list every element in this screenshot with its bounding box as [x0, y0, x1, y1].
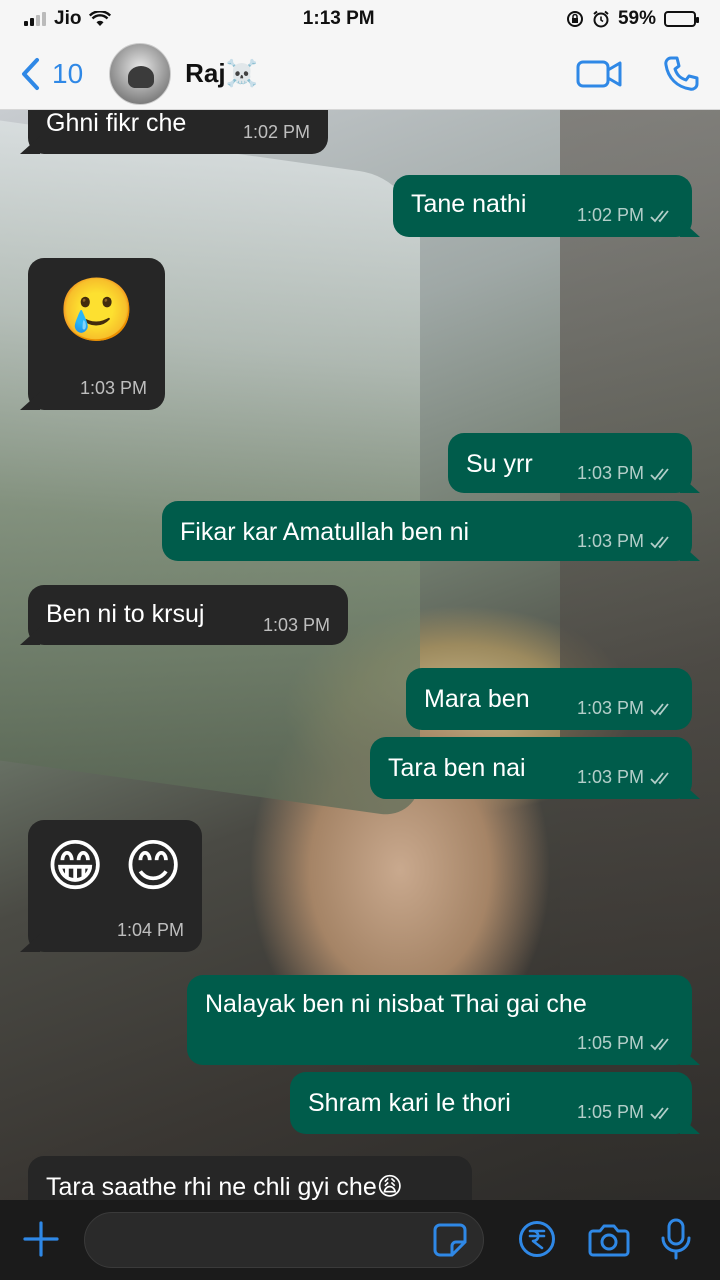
message-time: 1:02 PM — [242, 122, 310, 142]
message-bubble-incoming[interactable]: 😁 😊 1:04 PM — [28, 820, 202, 952]
wifi-icon — [89, 11, 112, 26]
message-text: Tara ben nai — [388, 754, 526, 782]
read-receipt-icon — [650, 210, 669, 223]
chat-header: 10 Raj☠️ — [0, 38, 720, 110]
message-emoji: 🥲 — [58, 276, 136, 345]
message-time: 1:03 PM — [79, 378, 147, 398]
unread-count: 10 — [52, 57, 84, 89]
message-emoji: 😁 😊 — [46, 834, 185, 897]
cellular-signal-icon — [24, 12, 46, 26]
message-text: Tara saathe rhi ne chli gyi che😩 — [46, 1173, 403, 1201]
message-time: 1:05 PM — [577, 1102, 674, 1124]
message-time: 1:04 PM — [116, 920, 184, 940]
message-text: Ben ni to krsuj — [46, 600, 205, 628]
message-time: 1:03 PM — [577, 531, 674, 553]
status-bar: Jio 1:13 PM 59% — [0, 0, 720, 38]
message-bubble-outgoing[interactable]: Su yrr 1:03 PM — [448, 433, 692, 493]
message-bubble-outgoing[interactable]: Mara ben 1:03 PM — [406, 668, 692, 730]
message-bubble-outgoing[interactable]: Fikar kar Amatullah ben ni 1:03 PM — [162, 501, 692, 561]
plus-icon[interactable] — [22, 1220, 60, 1258]
message-bubble-incoming[interactable]: Tara saathe rhi ne chli gyi che😩 — [28, 1156, 472, 1201]
read-receipt-icon — [650, 1107, 669, 1120]
back-button[interactable]: 10 — [20, 57, 83, 91]
message-bubble-incoming[interactable]: Ben ni to krsuj 1:03 PM — [28, 585, 348, 645]
message-bubble-outgoing[interactable]: Tara ben nai 1:03 PM — [370, 737, 692, 799]
battery-percent: 59% — [617, 8, 656, 29]
message-text: Nalayak ben ni nisbat Thai gai che — [205, 990, 587, 1018]
contact-name[interactable]: Raj☠️ — [185, 58, 258, 89]
camera-icon[interactable] — [588, 1222, 630, 1258]
avatar[interactable] — [109, 42, 172, 105]
message-time: 1:03 PM — [577, 767, 674, 789]
orientation-lock-icon — [566, 11, 583, 27]
message-input[interactable] — [84, 1212, 484, 1268]
message-time: 1:05 PM — [577, 1033, 674, 1055]
message-bubble-outgoing[interactable]: Nalayak ben ni nisbat Thai gai che 1:05 … — [187, 975, 692, 1065]
message-text: Tane nathi — [411, 190, 527, 218]
read-receipt-icon — [650, 536, 669, 549]
message-text: Fikar kar Amatullah ben ni — [180, 518, 470, 546]
carrier-name: Jio — [54, 8, 82, 29]
read-receipt-icon — [650, 772, 669, 785]
message-text: Shram kari le thori — [308, 1089, 511, 1117]
message-time: 1:02 PM — [577, 205, 674, 227]
message-text: Ghni fikr che — [46, 109, 187, 137]
microphone-icon[interactable] — [660, 1218, 692, 1260]
rupee-payment-icon[interactable] — [518, 1220, 556, 1258]
message-text: Su yrr — [466, 450, 533, 478]
message-text: Mara ben — [424, 685, 530, 713]
alarm-icon — [593, 10, 609, 28]
battery-icon — [663, 11, 699, 27]
message-bubble-incoming[interactable]: 🥲 1:03 PM — [28, 258, 165, 410]
message-time: 1:03 PM — [577, 463, 674, 485]
read-receipt-icon — [650, 468, 669, 481]
back-chevron-icon — [22, 57, 39, 90]
message-bubble-outgoing[interactable]: Tane nathi 1:02 PM — [393, 175, 692, 237]
read-receipt-icon — [650, 703, 669, 716]
message-time: 1:03 PM — [262, 615, 330, 635]
composer-bar — [0, 1200, 720, 1280]
clock: 1:13 PM — [302, 8, 375, 29]
read-receipt-icon — [650, 1038, 669, 1051]
video-call-icon[interactable] — [576, 59, 622, 89]
sticker-icon[interactable] — [432, 1222, 468, 1258]
message-time: 1:03 PM — [577, 698, 674, 720]
message-bubble-outgoing[interactable]: Shram kari le thori 1:05 PM — [290, 1072, 692, 1134]
voice-call-icon[interactable] — [662, 55, 700, 93]
